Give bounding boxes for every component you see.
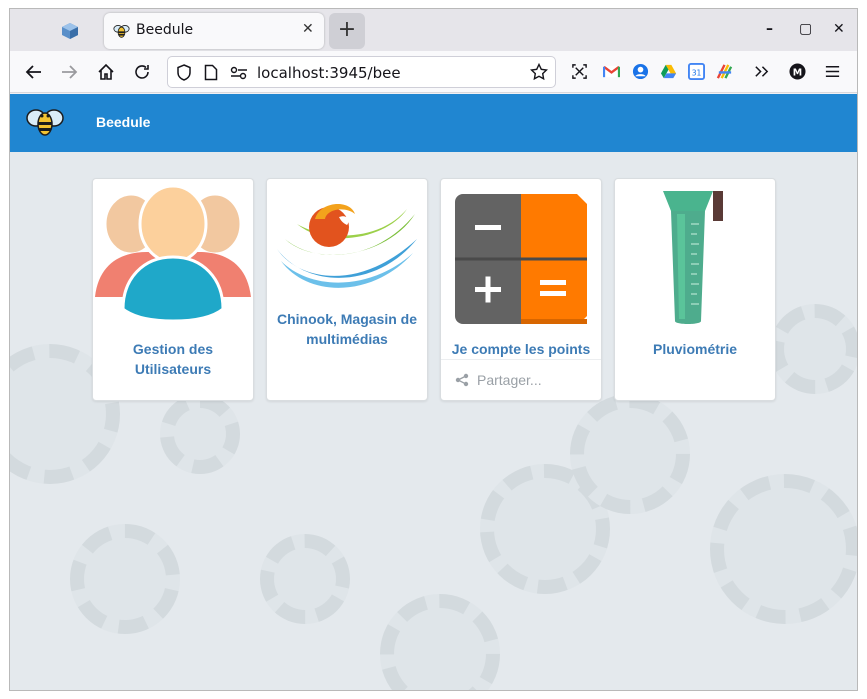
maximize-icon[interactable]: ▢ <box>799 21 812 37</box>
drive-icon[interactable] <box>660 63 677 80</box>
background-gear <box>570 394 690 514</box>
users-icon <box>95 184 251 323</box>
gmail-icon[interactable] <box>603 63 620 80</box>
navigation-bar: localhost:3945/bee 31 M <box>10 51 857 93</box>
bee-favicon-icon <box>113 24 130 38</box>
page-content: Beedule Gestion des Utilisateurs Chinook… <box>10 94 857 690</box>
share-label: Partager... <box>477 372 542 388</box>
profile-avatar-icon[interactable]: M <box>789 63 806 80</box>
app-header: Beedule <box>10 94 857 152</box>
permissions-icon[interactable] <box>230 66 248 80</box>
back-icon[interactable] <box>22 60 46 84</box>
card-title: Gestion des Utilisateurs <box>132 341 214 377</box>
background-gear <box>380 594 500 690</box>
background-gear <box>70 524 180 634</box>
app-title[interactable]: Beedule <box>96 114 150 130</box>
minimize-icon[interactable]: – <box>766 21 773 37</box>
share-icon <box>455 373 469 387</box>
overflow-chevrons-icon[interactable] <box>753 63 770 80</box>
account-icon[interactable] <box>632 63 649 80</box>
hamburger-menu-icon[interactable] <box>824 63 841 80</box>
card-title: Chinook, Magasin de multimédias <box>276 311 417 347</box>
browser-window: Beedule ✕ + – ▢ ✕ localhost:3945/bee 31 … <box>9 8 858 691</box>
background-gear <box>160 394 240 474</box>
svg-text:M: M <box>793 67 802 78</box>
rain-gauge-icon <box>663 191 723 324</box>
bookmark-star-icon[interactable] <box>530 63 548 81</box>
screenshot-icon[interactable] <box>571 63 588 80</box>
tab-title: Beedule <box>136 22 194 38</box>
page-icon[interactable] <box>204 64 218 81</box>
shield-icon[interactable] <box>176 64 192 81</box>
card-je-compte-les-points[interactable]: Je compte les points Partager... <box>440 178 602 401</box>
address-bar[interactable]: localhost:3945/bee <box>167 56 556 88</box>
close-tab-icon[interactable]: ✕ <box>302 21 314 37</box>
card-chinook[interactable]: Chinook, Magasin de multimédias <box>266 178 428 401</box>
bee-logo-icon[interactable] <box>26 106 64 140</box>
home-icon[interactable] <box>94 60 118 84</box>
new-tab-button[interactable]: + <box>329 13 365 49</box>
card-title: Je compte les points <box>451 341 591 357</box>
app-menu-icon[interactable] <box>61 22 79 40</box>
share-row[interactable]: Partager... <box>441 359 601 401</box>
background-gear <box>770 304 857 394</box>
chinook-logo <box>277 203 417 288</box>
calculator-icon <box>455 194 587 324</box>
tab-strip: Beedule ✕ + – ▢ ✕ <box>10 9 857 51</box>
svg-text:31: 31 <box>692 68 702 77</box>
close-window-icon[interactable]: ✕ <box>833 21 845 37</box>
reload-icon[interactable] <box>130 60 154 84</box>
card-title: Pluviométrie <box>652 341 738 357</box>
card-gestion-utilisateurs[interactable]: Gestion des Utilisateurs <box>92 178 254 401</box>
browser-tab[interactable]: Beedule ✕ <box>104 13 324 49</box>
background-gear <box>710 474 857 624</box>
colorful-extension-icon[interactable] <box>716 63 733 80</box>
calendar-icon[interactable]: 31 <box>688 63 705 80</box>
background-gear <box>260 534 350 624</box>
forward-icon[interactable] <box>57 60 81 84</box>
card-pluviometrie[interactable]: Pluviométrie <box>614 178 776 401</box>
url-text: localhost:3945/bee <box>257 64 401 82</box>
